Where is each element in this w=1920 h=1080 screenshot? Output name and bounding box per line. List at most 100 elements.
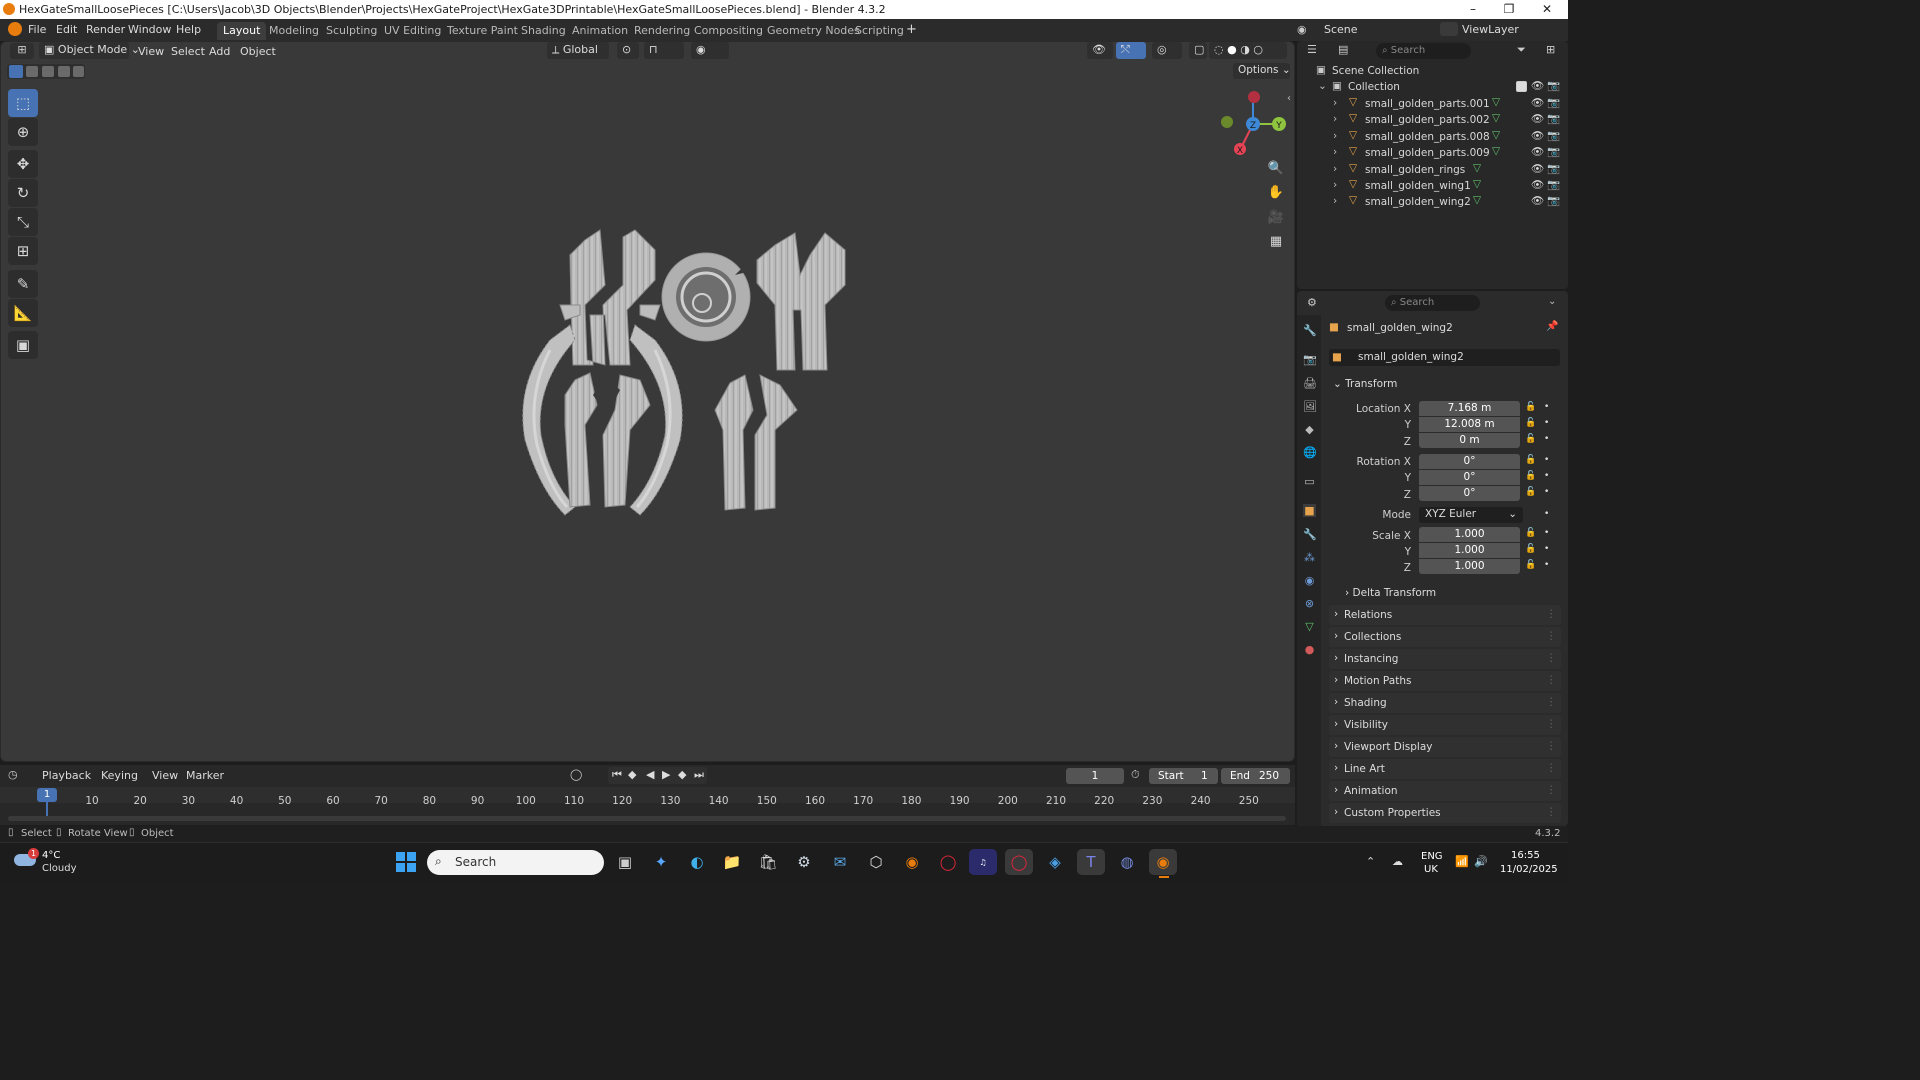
render-tab-icon[interactable]: 📷	[1303, 353, 1317, 366]
lock-icon[interactable]: 🔓	[1525, 471, 1536, 481]
add-workspace-button[interactable]: +	[906, 22, 917, 37]
timeline-editor-type-icon[interactable]: ◷	[8, 768, 32, 783]
keyframe-dot-icon[interactable]: •	[1544, 402, 1549, 412]
menu-file[interactable]: File	[28, 23, 46, 36]
wing-piece-bottom-center[interactable]	[564, 372, 651, 508]
data-tab-icon[interactable]: ▽	[1303, 620, 1316, 633]
opera-icon[interactable]: ◯	[934, 849, 962, 875]
lock-icon[interactable]: 🔓	[1525, 487, 1536, 497]
file-explorer-icon[interactable]: 📁	[718, 849, 746, 875]
annotate-tool-icon[interactable]: ✎	[8, 270, 38, 298]
properties-subpanel[interactable]: › Shading ⋮	[1329, 693, 1561, 713]
blender-taskbar-icon[interactable]: ◉	[1149, 849, 1177, 875]
expand-chevron-icon[interactable]: ›	[1333, 195, 1337, 207]
wireframe-shading-icon[interactable]: ◌	[1214, 43, 1224, 56]
outliner-object-row[interactable]: › ▽ small_golden_parts.002 ▽ 👁 📷	[1297, 112, 1568, 128]
properties-subpanel[interactable]: › Line Art ⋮	[1329, 759, 1561, 779]
tab-shading[interactable]: Shading	[515, 22, 572, 40]
lock-icon[interactable]: 🔓	[1525, 402, 1536, 412]
drag-handle-icon[interactable]: ⋮	[1546, 718, 1557, 730]
keyframe-dot-icon[interactable]: •	[1544, 418, 1549, 428]
properties-subpanel[interactable]: › Custom Properties ⋮	[1329, 803, 1561, 823]
viewport-menu-select[interactable]: Select	[171, 45, 205, 58]
outliner-editor-type-icon[interactable]: ☰	[1307, 43, 1331, 59]
current-frame-field[interactable]: 1	[1066, 768, 1124, 784]
properties-subpanel[interactable]: › Animation ⋮	[1329, 781, 1561, 801]
location-x-field[interactable]: 7.168 m	[1419, 401, 1520, 416]
rendered-shading-icon[interactable]: ○	[1253, 43, 1263, 56]
select-subtract-icon[interactable]	[42, 66, 54, 77]
menu-help[interactable]: Help	[176, 23, 201, 36]
scale-y-field[interactable]: 1.000	[1419, 543, 1520, 558]
material-tab-icon[interactable]: ●	[1303, 643, 1316, 656]
clock-time[interactable]: 16:55	[1511, 850, 1540, 861]
filter-icon[interactable]: ⏷	[1517, 43, 1541, 59]
mesh-data-icon[interactable]: ▽	[1492, 112, 1500, 124]
amazon-music-icon[interactable]: ♫	[969, 849, 997, 875]
keyframe-dot-icon[interactable]: •	[1544, 544, 1549, 554]
world-tab-icon[interactable]: 🌐	[1303, 446, 1317, 459]
language-indicator[interactable]: ENG	[1421, 851, 1443, 862]
drag-handle-icon[interactable]: ⋮	[1546, 696, 1557, 708]
outliner-object-row[interactable]: › ▽ small_golden_rings ▽ 👁 📷	[1297, 162, 1568, 178]
expand-chevron-icon[interactable]: ›	[1333, 146, 1337, 158]
expand-chevron-icon[interactable]: ›	[1333, 97, 1337, 109]
drag-handle-icon[interactable]: ⋮	[1546, 652, 1557, 664]
camera-icon[interactable]: 📷	[1547, 162, 1560, 175]
drag-handle-icon[interactable]: ⋮	[1546, 784, 1557, 796]
camera-icon[interactable]: 📷	[1547, 129, 1560, 142]
display-mode-icon[interactable]: ▤	[1338, 43, 1362, 59]
wing-piece-bottom-right[interactable]	[714, 374, 798, 511]
preview-range-icon[interactable]: ⏱	[1131, 768, 1140, 782]
keyframe-dot-icon[interactable]: •	[1544, 455, 1549, 465]
timeline-menu-keying[interactable]: Keying	[101, 769, 138, 782]
jump-end-icon[interactable]: ⏭	[694, 768, 704, 782]
properties-subpanel[interactable]: › Visibility ⋮	[1329, 715, 1561, 735]
minimize-button[interactable]: –	[1455, 0, 1491, 19]
mesh-data-icon[interactable]: ▽	[1492, 129, 1500, 141]
play-reverse-icon[interactable]: ◀	[646, 768, 654, 781]
properties-subpanel[interactable]: › Instancing ⋮	[1329, 649, 1561, 669]
collection-exclude-checkbox[interactable]	[1516, 81, 1527, 92]
teams-icon[interactable]: T	[1077, 849, 1105, 875]
zoom-icon[interactable]: 🔍	[1265, 157, 1287, 179]
menu-edit[interactable]: Edit	[56, 23, 77, 36]
view-layer-tab-icon[interactable]: 🖼	[1303, 400, 1317, 413]
steam-icon[interactable]: ⚙	[790, 849, 818, 875]
drag-handle-icon[interactable]: ⋮	[1546, 608, 1557, 620]
hexgate-pieces-model[interactable]	[505, 225, 855, 525]
pin-icon[interactable]: 📌	[1546, 321, 1558, 332]
mesh-data-icon[interactable]: ▽	[1492, 96, 1500, 108]
material-shading-icon[interactable]: ◑	[1240, 43, 1250, 56]
transform-tool-icon[interactable]: ⊞	[8, 237, 38, 265]
eye-icon[interactable]: 👁	[1531, 194, 1544, 207]
options-dropdown[interactable]: Options ⌄	[1233, 63, 1291, 79]
region-indicator[interactable]: UK	[1424, 864, 1438, 875]
show-hidden-icons-icon[interactable]: ⌃	[1366, 855, 1375, 868]
unity-hub-icon[interactable]: ⬡	[862, 849, 890, 875]
select-invert-icon[interactable]	[58, 66, 70, 77]
camera-icon[interactable]: 📷	[1547, 96, 1560, 109]
wifi-icon[interactable]: 📶	[1455, 855, 1469, 868]
scene-selector[interactable]: Scene	[1324, 23, 1358, 36]
windows-start-icon[interactable]	[392, 849, 420, 875]
proportional-editing-icon[interactable]: ◉	[691, 42, 729, 59]
menu-window[interactable]: Window	[128, 23, 171, 36]
lock-icon[interactable]: 🔓	[1525, 560, 1536, 570]
location-z-field[interactable]: 0 m	[1419, 433, 1520, 448]
ring-piece[interactable]	[661, 252, 755, 342]
scene-tab-icon[interactable]: ◆	[1303, 423, 1316, 436]
camera-icon[interactable]: 📷	[1547, 145, 1560, 158]
modifier-tab-icon[interactable]: 🔧	[1303, 528, 1317, 541]
outliner-object-row[interactable]: › ▽ small_golden_wing1 ▽ 👁 📷	[1297, 178, 1568, 194]
keyframe-dot-icon[interactable]: •	[1544, 560, 1549, 570]
eye-icon[interactable]: 👁	[1531, 178, 1544, 191]
output-tab-icon[interactable]: 🖨	[1303, 377, 1317, 390]
microsoft-store-icon[interactable]: 🛍	[754, 849, 782, 875]
feedback-app-icon[interactable]: ◈	[1041, 849, 1069, 875]
transform-orientation-dropdown[interactable]: ⟂ Global	[547, 42, 609, 59]
outliner-object-row[interactable]: › ▽ small_golden_parts.001 ▽ 👁 📷	[1297, 96, 1568, 112]
keyframe-dot-icon[interactable]: •	[1544, 509, 1549, 519]
select-extend-icon[interactable]	[26, 66, 38, 77]
eye-icon[interactable]: 👁	[1531, 112, 1544, 125]
